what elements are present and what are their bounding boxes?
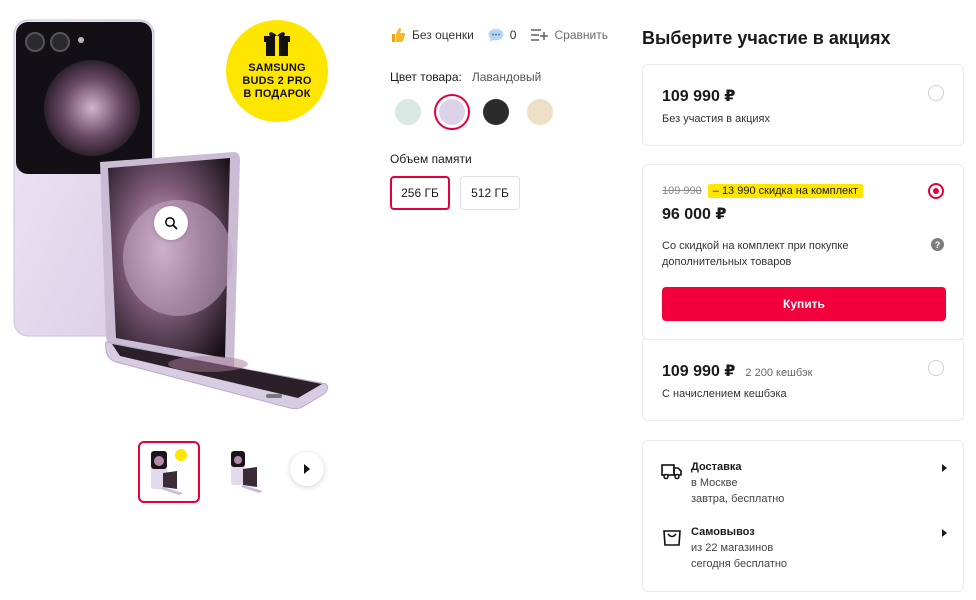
swatch-fill — [527, 99, 553, 125]
color-swatches — [390, 94, 620, 130]
thumbnail-2[interactable] — [216, 441, 278, 503]
thumbs-up-icon — [392, 28, 405, 42]
delivery-courier-row[interactable]: Доставка в Москве завтра, бесплатно — [661, 460, 947, 507]
memory-options: 256 ГБ 512 ГБ — [390, 176, 620, 210]
cashback-price: 109 990 ₽ — [662, 363, 736, 380]
rating-label: Без оценки — [412, 28, 474, 42]
gift-icon — [264, 32, 290, 56]
delivery-pickup-row[interactable]: Самовывоз из 22 магазинов сегодня беспла… — [661, 525, 947, 572]
offer-cashback-radio[interactable] — [928, 360, 944, 376]
thumbnail-1[interactable] — [138, 441, 200, 503]
delivery-line-1: в Москве — [691, 477, 738, 489]
memory-option-256[interactable]: 256 ГБ — [390, 176, 450, 210]
delivery-card: Доставка в Москве завтра, бесплатно Само… — [642, 440, 964, 592]
offer-bundle-radio[interactable] — [928, 183, 944, 199]
delivery-pickup-text: Самовывоз из 22 магазинов сегодня беспла… — [691, 525, 787, 572]
thumbnail-image — [151, 449, 187, 495]
product-options: Без оценки 0 Сравнить Цвет товара: Лаван… — [390, 26, 620, 210]
compare-link[interactable]: Сравнить — [530, 28, 608, 42]
compare-icon — [531, 29, 549, 41]
thumbnail-strip — [138, 441, 278, 503]
cashback-amount: 2 200 кешбэк — [745, 367, 813, 379]
color-label: Цвет товара: — [390, 70, 462, 84]
memory-option-512[interactable]: 512 ГБ — [460, 176, 520, 210]
delivery-courier-text: Доставка в Москве завтра, бесплатно — [691, 460, 784, 507]
chevron-right-icon — [304, 464, 310, 474]
promo-gift-badge: SAMSUNG BUDS 2 PRO В ПОДАРОК — [226, 20, 328, 122]
question-icon[interactable]: ? — [931, 238, 944, 251]
rating-link[interactable]: Без оценки — [390, 27, 474, 43]
bundle-old-price: 109 990 — [662, 185, 702, 197]
offer-plain-caption: Без участия в акциях — [662, 113, 770, 125]
thumbnail-image — [231, 451, 263, 493]
thumbnails-next-button[interactable] — [290, 452, 324, 486]
swatch-fill — [395, 99, 421, 125]
chevron-right-icon — [942, 529, 947, 537]
reviews-link[interactable]: 0 — [488, 28, 517, 43]
shopping-bag-icon — [663, 530, 681, 546]
swatch-cream[interactable] — [522, 94, 558, 130]
offer-plain-radio[interactable] — [928, 85, 944, 101]
offers-title: Выберите участие в акциях — [642, 28, 891, 48]
swatch-mint[interactable] — [390, 94, 426, 130]
chevron-right-icon — [942, 464, 947, 472]
pickup-line-2: сегодня бесплатно — [691, 558, 788, 570]
promo-text: SAMSUNG BUDS 2 PRO В ПОДАРОК — [242, 62, 312, 100]
speech-bubble-icon — [488, 28, 504, 42]
bundle-price-row: 109 990 – 13 990 скидка на комплект — [662, 184, 864, 198]
swatch-fill — [483, 99, 509, 125]
reviews-count: 0 — [509, 28, 517, 42]
magnifier-icon — [165, 217, 178, 230]
compare-label: Сравнить — [554, 28, 608, 42]
color-value: Лавандовый — [471, 70, 542, 84]
product-meta: Без оценки 0 Сравнить — [390, 26, 620, 44]
buy-button[interactable]: Купить — [662, 287, 946, 321]
swatch-fill — [439, 99, 465, 125]
color-option-label: Цвет товара: Лавандовый — [390, 70, 620, 84]
pickup-line-1: из 22 магазинов — [691, 542, 774, 554]
product-gallery: SAMSUNG BUDS 2 PRO В ПОДАРОК — [0, 0, 350, 600]
swatch-graphite[interactable] — [478, 94, 514, 130]
bundle-discount-chip: – 13 990 скидка на комплект — [707, 184, 864, 198]
offer-card-plain[interactable]: 109 990 ₽ Без участия в акциях — [642, 64, 964, 146]
cashback-price-row: 109 990 ₽ 2 200 кешбэк — [662, 361, 813, 381]
delivery-line-2: завтра, бесплатно — [691, 493, 785, 505]
bundle-caption: Со скидкой на комплект при покупке допол… — [662, 240, 849, 268]
offer-card-cashback[interactable]: 109 990 ₽ 2 200 кешбэк С начислением кеш… — [642, 339, 964, 421]
bundle-price: 96 000 ₽ — [662, 206, 727, 223]
truck-icon — [661, 464, 682, 480]
delivery-title: Доставка — [691, 461, 742, 473]
swatch-lavender[interactable] — [434, 94, 470, 130]
cashback-caption: С начислением кешбэка — [662, 388, 787, 400]
memory-label: Объем памяти — [390, 152, 472, 166]
zoom-button[interactable] — [154, 206, 188, 240]
offer-plain-price: 109 990 ₽ — [662, 88, 736, 105]
offer-card-bundle[interactable]: 109 990 – 13 990 скидка на комплект 96 0… — [642, 164, 964, 340]
pickup-title: Самовывоз — [691, 526, 755, 538]
